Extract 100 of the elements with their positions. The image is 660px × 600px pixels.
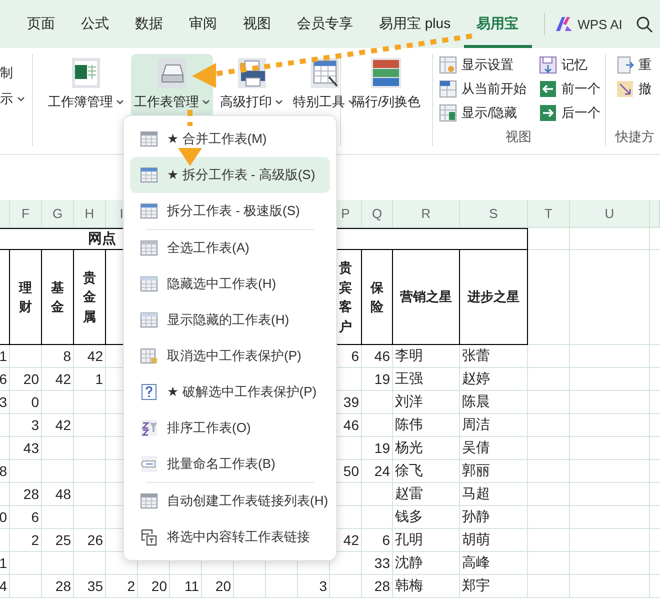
ribbon-button[interactable]: 重 [616,54,655,75]
table-cell: 3 [10,414,42,437]
table-cell: 42 [74,345,106,368]
column-heading: 基金 [42,250,74,345]
table-cell: 0 [0,506,10,529]
ribbon-button[interactable]: 后一个 [538,102,601,123]
table-cell [528,529,570,552]
column-header[interactable] [0,200,10,228]
column-header[interactable]: G [42,200,74,228]
group-label: 视图 [504,128,533,146]
table-cell: 19 [362,437,393,460]
ribbon-tab[interactable]: 公式 [68,0,122,48]
menu-item[interactable]: 取消选中工作表保护(P) [130,338,330,374]
menu-item[interactable]: 将选中内容转工作表链接 [130,519,330,555]
table-cell [0,437,10,460]
table-cell: 陈伟 [393,414,460,437]
table-cell: 张蕾 [460,345,528,368]
menu-item[interactable]: 自动创建工作表链接列表(H) [130,483,330,519]
search-icon[interactable] [636,16,654,32]
table-cell [528,391,570,414]
ribbon-tab[interactable]: 审阅 [176,0,230,48]
column-heading: 营销之星 [393,250,460,345]
table-cell: 6 [10,506,42,529]
ribbon-tab[interactable]: 页面 [14,0,68,48]
menu-item[interactable]: 隐藏选中工作表(H) [130,266,330,302]
table-cell: 20 [10,368,42,391]
table-cell: 王强 [393,368,460,391]
table-cell: 1 [0,552,10,575]
column-header[interactable]: S [460,200,528,228]
menu-item[interactable]: 批量命名工作表(B) [130,446,330,482]
table-cell: 赵雷 [393,483,460,506]
grid-icon [140,275,158,293]
column-header[interactable]: Q [362,200,393,228]
column-header[interactable] [650,200,660,228]
table-cell [528,575,570,598]
table-cell: 3 [298,575,330,598]
table-cell: 李明 [393,345,460,368]
ribbon-button[interactable]: 示 [0,90,32,108]
ribbon-button[interactable]: 显示设置 [438,54,527,75]
table-cell: 42 [42,368,74,391]
table-cell: 郭丽 [460,460,528,483]
table-cell [234,575,266,598]
table-cell: 35 [74,575,106,598]
sort-icon [140,419,158,437]
table-cell [0,529,10,552]
ribbon-button[interactable]: 记忆 [538,54,601,75]
table-cell [528,483,570,506]
table-cell [528,414,570,437]
ribbon-button[interactable]: 显示/隐藏 [438,102,527,123]
column-header[interactable]: F [10,200,42,228]
menu-item[interactable]: ★ 拆分工作表 - 高级版(S) [130,157,330,193]
menu-item[interactable]: 显示隐藏的工作表(H) [130,302,330,338]
ribbon-tab[interactable]: 会员专享 [284,0,366,48]
table-cell: 陈晨 [460,391,528,414]
column-heading: 贵金属 [74,250,106,345]
question-icon [140,383,158,401]
table-cell [528,368,570,391]
menu-item[interactable]: ★ 破解选中工作表保护(P) [130,374,330,410]
table-cell: 46 [362,345,393,368]
table-cell: 28 [42,575,74,598]
table-icon [140,166,158,184]
table-cell: 刘洋 [393,391,460,414]
ribbon-button[interactable]: 前一个 [538,78,601,99]
table-icon [140,202,158,220]
menu-item[interactable]: 排序工作表(O) [130,410,330,446]
table-cell [10,575,42,598]
table-cell: 26 [74,529,106,552]
ribbon-button[interactable]: 隔行/列换色 [349,54,424,146]
column-heading: 理财 [10,250,42,345]
table-cell: 高峰 [460,552,528,575]
column-header[interactable]: T [528,200,570,228]
table-cell: 胡萌 [460,529,528,552]
table-cell: 25 [42,529,74,552]
table-cell: 28 [10,483,42,506]
column-heading: 保险 [362,250,393,345]
table-cell: 韩梅 [393,575,460,598]
ribbon-tab[interactable]: 视图 [230,0,284,48]
table-cell [528,460,570,483]
ai-button[interactable]: WPS AI [554,16,622,32]
ribbon-tab[interactable]: 易用宝 [464,0,532,48]
table-cell: 19 [362,368,393,391]
ribbon-button[interactable]: 撤 [616,78,655,99]
table-cell: 33 [362,552,393,575]
sheet-lock-icon [140,347,158,365]
table-cell [330,575,362,598]
ribbon-tab[interactable]: 数据 [122,0,176,48]
column-header[interactable]: U [570,200,650,228]
ribbon-button[interactable]: 制 [0,64,32,82]
grid-icon [140,311,158,329]
table-cell [362,414,393,437]
column-header[interactable]: R [393,200,460,228]
table-cell [42,552,74,575]
ribbon-button[interactable]: 从当前开始 [438,78,527,99]
stacked-sheets-icon [140,239,158,257]
table-cell: 郑宇 [460,575,528,598]
table-cell [362,506,393,529]
table-cell [362,391,393,414]
ribbon-tab[interactable]: 易用宝 plus [366,0,464,48]
table-cell [42,506,74,529]
column-header[interactable]: H [74,200,106,228]
